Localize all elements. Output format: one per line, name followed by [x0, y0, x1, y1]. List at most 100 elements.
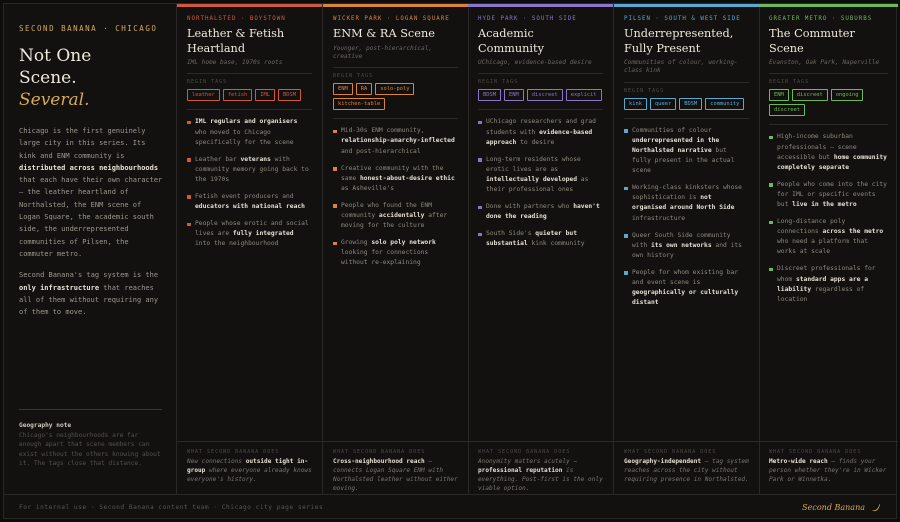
bullet-marker	[624, 234, 628, 238]
column-footer: WHAT SECOND BANANA DOES Cross-neighbourho…	[323, 441, 468, 494]
column-title: ENM & RA Scene	[333, 27, 435, 40]
audience-text-tail: into the neighbourhood	[195, 240, 279, 248]
audience-list: High-income suburban professionals — sce…	[769, 124, 888, 304]
bullet-marker	[624, 186, 628, 191]
tag-list: leather fetish IML BDSM	[187, 89, 312, 102]
tag-chip[interactable]: kink	[624, 97, 647, 110]
tag-chip[interactable]: ENM	[333, 83, 353, 96]
bullet-marker	[187, 222, 191, 227]
footer-text-emphasis: Metro-wide reach	[769, 458, 828, 465]
audience-text-lead: Growing	[341, 239, 372, 247]
footer-text-emphasis: Cross-neighbourhood reach	[333, 458, 425, 465]
audience-text-emphasis: veterans	[240, 155, 271, 163]
audience-item: Working-class kinksters whose sophistica…	[624, 183, 749, 223]
tag-section-label: BEGIN TAGS	[333, 73, 374, 80]
tag-section-label: BEGIN TAGS	[769, 79, 810, 86]
column-footer: WHAT SECOND BANANA DOES New connections o…	[177, 441, 322, 485]
tag-chip[interactable]: explicit	[565, 89, 602, 102]
audience-text-lead: Done with partners who	[486, 203, 574, 211]
tag-list: kink queer BDSM community	[624, 97, 749, 110]
audience-text-emphasis: relationship-anarchy-inflected	[341, 137, 455, 145]
audience-item: Communities of colour underrepresented i…	[624, 126, 749, 176]
audience-text-emphasis: honest-about-desire ethic	[359, 174, 455, 182]
column-footer-label: WHAT SECOND BANANA DOES	[624, 449, 717, 455]
audience-text-emphasis: accidentally	[378, 211, 425, 219]
tag-section: BEGIN TAGS ENM RA solo-poly kitchen-table	[333, 67, 458, 111]
neighbourhood-column: GREATER METRO · SUBURBS The Commuter Scen…	[759, 4, 898, 494]
tag-chip[interactable]: BDSM	[478, 89, 501, 102]
tag-chip[interactable]: discreet	[769, 104, 805, 117]
tag-chip[interactable]: kitchen-table	[333, 98, 386, 111]
audience-item: IML regulars and organisers who moved to…	[187, 117, 312, 147]
tag-chip[interactable]: leather	[187, 89, 220, 102]
bullet-marker	[769, 183, 773, 187]
audience-list: UChicago researchers and grad students w…	[478, 109, 603, 249]
column-eyebrow: WICKER PARK · LOGAN SQUARE	[333, 16, 450, 22]
bullet-marker	[187, 120, 191, 125]
tag-chip[interactable]: RA	[355, 83, 373, 96]
audience-item: Discreet professionals for whom standard…	[769, 264, 888, 304]
audience-text-emphasis: fully integrated	[232, 230, 294, 238]
tag-chip[interactable]: ongoing	[830, 89, 864, 102]
tag-list: BDSM ENM discreet explicit	[478, 89, 603, 102]
tag-chip[interactable]: ENM	[769, 89, 789, 102]
tag-section-label: BEGIN TAGS	[187, 79, 228, 86]
bullet-marker	[333, 241, 337, 246]
tag-section-label: BEGIN TAGS	[478, 79, 519, 86]
audience-item: People who found the ENM community accid…	[333, 201, 458, 231]
bullet-marker	[333, 129, 337, 134]
tag-section: BEGIN TAGS leather fetish IML BDSM	[187, 73, 312, 102]
column-footer-label: WHAT SECOND BANANA DOES	[333, 449, 426, 455]
neighbourhood-column: PILSEN · SOUTH & WEST SIDE Underrepresent…	[614, 4, 760, 494]
bullet-marker	[769, 267, 773, 272]
column-title: The Commuter Scene	[769, 27, 855, 55]
tag-chip[interactable]: community	[705, 97, 745, 110]
column-eyebrow: HYDE PARK · SOUTH SIDE	[478, 16, 577, 22]
column-footer-text: Cross-neighbourhood reach — connects Log…	[333, 458, 458, 494]
column-footer-label: WHAT SECOND BANANA DOES	[187, 449, 280, 455]
audience-item: Long-term residents whose erotic lives a…	[478, 155, 603, 195]
column-subtitle: UChicago, evidence-based desire	[478, 59, 592, 66]
footer-bar: For internal use · Second Banana content…	[4, 494, 896, 520]
audience-text-lead: Leather bar	[195, 155, 241, 163]
tag-chip[interactable]: discreet	[526, 89, 563, 102]
tag-section: BEGIN TAGS ENM discreet ongoing discreet	[769, 73, 888, 117]
bullet-marker	[187, 158, 191, 162]
tag-chip[interactable]: ENM	[503, 89, 524, 102]
bullet-marker	[769, 135, 773, 140]
tag-chip[interactable]: solo-poly	[375, 83, 415, 96]
tag-list: ENM discreet ongoing discreet	[769, 89, 888, 117]
intro-text: Chicago is the first genuinely large cit…	[19, 125, 164, 318]
tag-chip[interactable]: fetish	[222, 89, 253, 102]
column-footer: WHAT SECOND BANANA DOES Anonymity matters…	[468, 441, 613, 494]
audience-item: UChicago researchers and grad students w…	[478, 117, 603, 147]
tag-section-label: BEGIN TAGS	[624, 87, 665, 94]
audience-item: Queer South Side community with its own …	[624, 231, 749, 261]
column-subtitle: Younger, post-hierarchical, creative	[333, 44, 433, 60]
audience-text-emphasis: live in the metro	[792, 200, 857, 208]
tag-chip[interactable]: BDSM	[277, 89, 301, 102]
audience-item: High-income suburban professionals — sce…	[769, 132, 888, 172]
tag-chip[interactable]: IML	[255, 89, 275, 102]
geography-note-heading: Geography note	[19, 422, 72, 429]
tag-chip[interactable]: discreet	[791, 89, 828, 102]
audience-item: South Side's quieter but substantial kin…	[478, 229, 603, 249]
tag-chip[interactable]: queer	[649, 97, 677, 110]
tag-section: BEGIN TAGS kink queer BDSM community	[624, 81, 749, 110]
audience-text-tail: infrastructure	[632, 214, 686, 222]
column-footer-text: Anonymity matters acutely — professional…	[478, 458, 603, 494]
column-title: Leather & Fetish Heartland	[187, 27, 285, 55]
geography-note: Geography note Chicago's neighbourhoods …	[19, 409, 162, 468]
audience-text-tail: and post-hierarchical	[341, 147, 421, 155]
audience-text-emphasis: underrepresented in the Northalsted narr…	[632, 136, 720, 154]
tag-chip[interactable]: BDSM	[679, 97, 703, 110]
audience-text-tail: to desire	[516, 138, 555, 146]
footer-text-emphasis: professional reputation	[478, 466, 563, 474]
banana-icon	[871, 503, 881, 512]
bullet-marker	[769, 220, 773, 225]
bullet-marker	[187, 195, 191, 199]
footer-text-lead: Anonymity matters acutely —	[478, 458, 578, 465]
audience-text-lead: Communities of colour	[632, 126, 712, 134]
column-eyebrow: GREATER METRO · SUBURBS	[769, 16, 873, 22]
column-title: Underrepresented, Fully Present	[624, 27, 734, 55]
